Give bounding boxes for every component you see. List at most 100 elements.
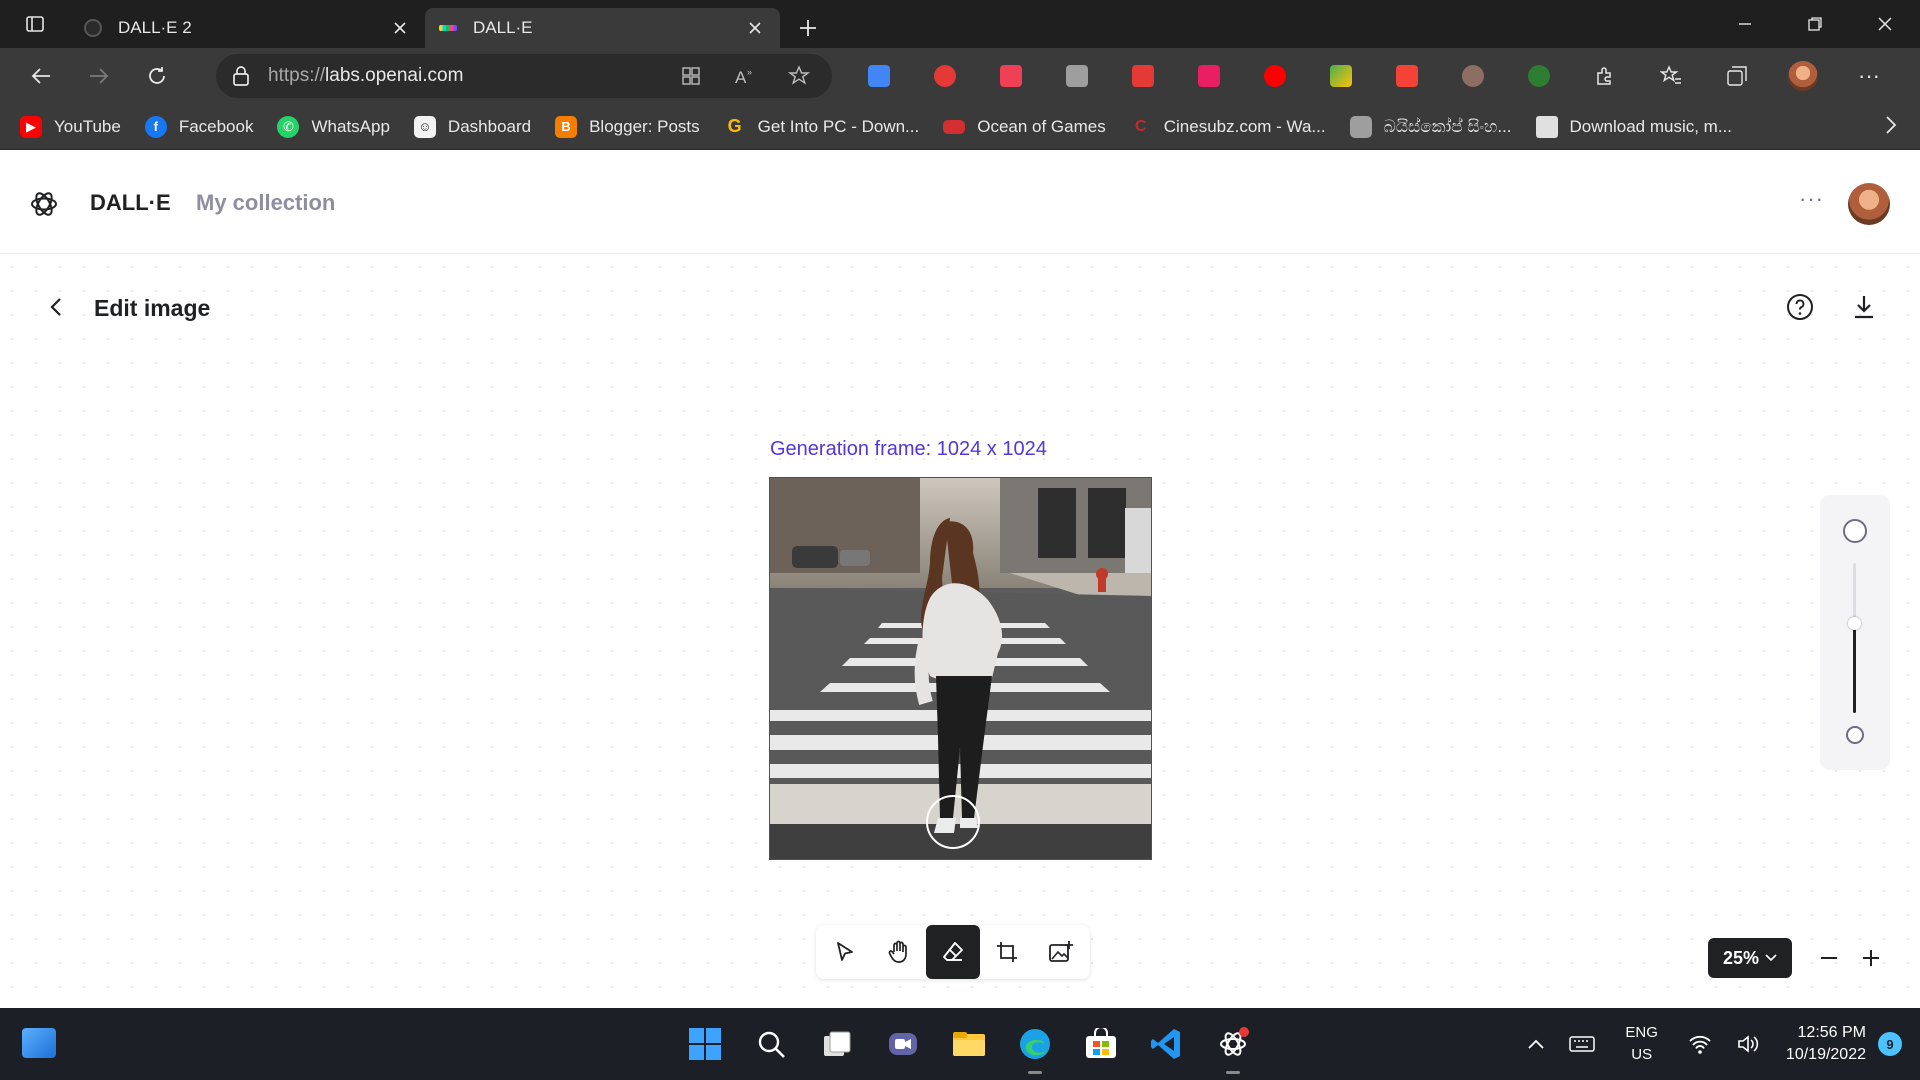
openai-icon — [84, 19, 102, 37]
back-arrow-icon[interactable] — [12, 48, 70, 104]
wifi-icon[interactable] — [1688, 1034, 1712, 1054]
close-window-icon[interactable] — [1850, 0, 1920, 48]
search-icon[interactable] — [738, 1008, 804, 1080]
tab-title: DALL·E — [473, 18, 533, 37]
slider-thumb[interactable] — [1848, 617, 1861, 630]
read-aloud-icon[interactable]: A» — [718, 66, 772, 86]
translate-extension-icon[interactable] — [846, 48, 912, 104]
download-icon[interactable] — [1852, 293, 1876, 326]
taskbar: ENG US 12:56 PM 10/19/2022 9 — [0, 1008, 1920, 1080]
camera-extension-icon[interactable] — [1044, 48, 1110, 104]
favorites-icon[interactable] — [1638, 48, 1704, 104]
downloader-extension-icon[interactable] — [1374, 48, 1440, 104]
brand-link[interactable]: DALL·E — [90, 190, 171, 216]
download-music-icon — [1535, 115, 1558, 138]
bookmark-youtube[interactable]: ▶ YouTube — [20, 115, 121, 138]
tab-dalle[interactable]: DALL·E — [425, 8, 780, 48]
url-protocol: https:// — [268, 65, 326, 86]
bookmark-whatsapp[interactable]: ✆ WhatsApp — [277, 115, 390, 138]
widgets-icon[interactable] — [22, 1028, 56, 1058]
tab-dalle-2[interactable]: DALL·E 2 — [70, 8, 425, 48]
bookmark-label: Facebook — [178, 116, 254, 136]
bookmark-blogger[interactable]: B Blogger: Posts — [555, 115, 700, 138]
vscode-icon[interactable] — [1134, 1008, 1200, 1080]
color-picker-extension-icon[interactable] — [1110, 48, 1176, 104]
add-favorite-icon[interactable] — [772, 65, 826, 87]
volume-icon[interactable] — [1736, 1034, 1760, 1054]
pan-tool-button[interactable] — [872, 925, 926, 979]
bookmark-label: Blogger: Posts — [589, 116, 700, 136]
generation-frame-label: Generation frame: 1024 x 1024 — [770, 438, 1047, 460]
date-label: 10/19/2022 — [1785, 1046, 1866, 1063]
edge-browser-icon[interactable] — [1002, 1008, 1068, 1080]
chatgpt-app-icon[interactable] — [1200, 1008, 1266, 1080]
clock[interactable]: 12:56 PM 10/19/2022 — [1786, 1022, 1866, 1066]
more-options-icon[interactable]: ··· — [1799, 186, 1824, 212]
eraser-tool-button[interactable] — [926, 925, 980, 979]
close-icon[interactable] — [389, 17, 411, 39]
oceanofgames-icon — [943, 119, 966, 134]
collections-icon[interactable] — [1704, 48, 1770, 104]
add-frame-tool-button[interactable] — [980, 925, 1034, 979]
url-input[interactable]: https://labs.openai.com A» — [216, 54, 832, 98]
profile-avatar[interactable] — [1770, 48, 1836, 104]
teams-chat-icon[interactable] — [870, 1008, 936, 1080]
pocket-extension-icon[interactable] — [978, 48, 1044, 104]
bookmark-label: Get Into PC - Down... — [757, 116, 920, 136]
back-chevron-icon[interactable] — [46, 295, 66, 324]
settings-more-icon[interactable]: ··· — [1836, 48, 1902, 104]
blogger-icon: B — [555, 115, 578, 138]
eyes-extension-icon[interactable] — [1440, 48, 1506, 104]
chart-extension-icon[interactable] — [1308, 48, 1374, 104]
bookmark-bioscope[interactable]: බයිස්කෝප් සිංහ... — [1349, 115, 1512, 138]
minimize-icon[interactable] — [1710, 0, 1780, 48]
avatar[interactable] — [1848, 183, 1890, 225]
zoom-level-select[interactable]: 25% — [1708, 938, 1792, 978]
new-tab-button[interactable] — [786, 8, 830, 48]
upload-image-tool-button[interactable] — [1034, 925, 1088, 979]
close-icon[interactable] — [744, 17, 766, 39]
taskbar-apps — [672, 1008, 1266, 1080]
zoom-in-button[interactable] — [1854, 941, 1888, 975]
select-tool-button[interactable] — [818, 925, 872, 979]
openai-logo-icon[interactable] — [28, 188, 60, 225]
url-host: labs.openai.com — [325, 65, 464, 86]
task-view-icon[interactable] — [804, 1008, 870, 1080]
tab-actions-icon[interactable] — [0, 0, 70, 48]
my-collection-link[interactable]: My collection — [196, 190, 335, 216]
keyboard-icon[interactable] — [1569, 1035, 1596, 1053]
youtube-extension-icon[interactable] — [1242, 48, 1308, 104]
bookmark-facebook[interactable]: f Facebook — [144, 115, 254, 138]
show-hidden-icons-chevron-icon[interactable] — [1527, 1038, 1545, 1050]
file-explorer-icon[interactable] — [936, 1008, 1002, 1080]
extensions-icon[interactable] — [1572, 48, 1638, 104]
adblock-extension-icon[interactable] — [912, 48, 978, 104]
svg-text:A: A — [735, 68, 747, 86]
video-extension-icon[interactable] — [1176, 48, 1242, 104]
lock-icon — [232, 66, 250, 86]
chevron-right-icon[interactable] — [1884, 114, 1898, 141]
small-brush-icon — [1846, 726, 1864, 744]
bookmark-dashboard[interactable]: ☺ Dashboard — [413, 115, 532, 138]
bookmark-cinesubz[interactable]: C Cinesubz.com - Wa... — [1130, 116, 1326, 138]
bookmark-oceanofgames[interactable]: Ocean of Games — [943, 117, 1106, 137]
brush-size-slider[interactable] — [1820, 495, 1890, 770]
bookmark-download-music[interactable]: Download music, m... — [1535, 115, 1732, 138]
app-available-icon[interactable] — [664, 66, 718, 86]
input-language-indicator[interactable]: ENG US — [1625, 1022, 1658, 1066]
zoom-out-button[interactable] — [1812, 941, 1846, 975]
generation-frame[interactable] — [769, 477, 1152, 860]
forward-arrow-icon[interactable] — [70, 48, 128, 104]
plus-extension-icon[interactable] — [1506, 48, 1572, 104]
microsoft-store-icon[interactable] — [1068, 1008, 1134, 1080]
bookmark-label: YouTube — [54, 116, 121, 136]
restore-icon[interactable] — [1780, 0, 1850, 48]
help-icon[interactable] — [1786, 293, 1814, 326]
edit-canvas[interactable]: Edit image Generation frame: 1024 x 1024 — [0, 255, 1920, 1010]
whatsapp-icon: ✆ — [277, 115, 300, 138]
notification-badge[interactable]: 9 — [1878, 1032, 1902, 1056]
refresh-icon[interactable] — [128, 48, 186, 104]
bookmark-getintopc[interactable]: G Get Into PC - Down... — [724, 116, 920, 138]
bookmark-label: Dashboard — [447, 116, 532, 136]
start-windows-icon[interactable] — [672, 1008, 738, 1080]
